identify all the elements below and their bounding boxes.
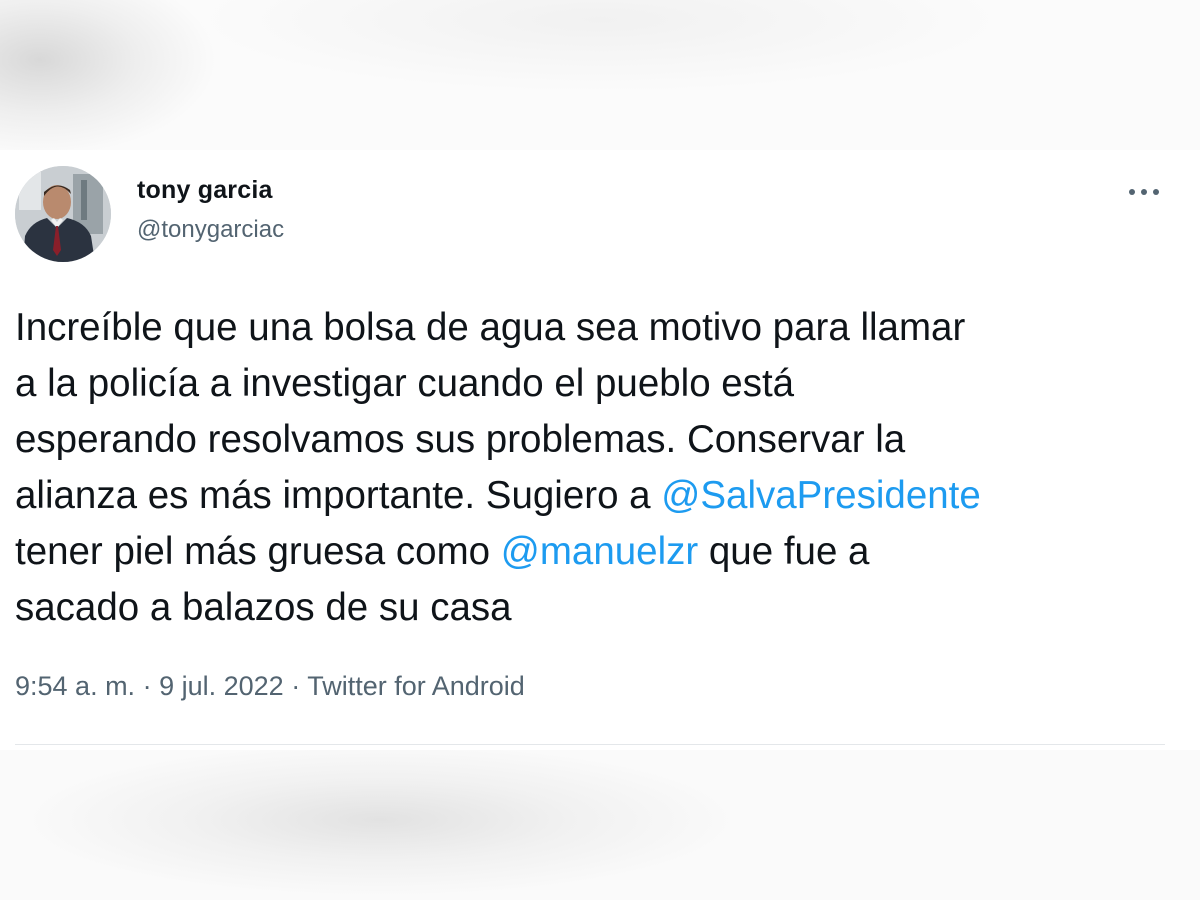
screenshot-page: tony garcia @tonygarciac Increíble que u… [0, 0, 1200, 900]
tweet-metadata: 9:54 a. m. · 9 jul. 2022 · Twitter for A… [15, 671, 525, 702]
author-display-name[interactable]: tony garcia [137, 176, 273, 205]
more-horizontal-icon [1129, 189, 1159, 195]
mention-link-salvapresidente[interactable]: @SalvaPresidente [661, 474, 980, 517]
author-handle[interactable]: @tonygarciac [137, 216, 284, 244]
tweet-text-segment: alianza es más importante. Sugiero a [15, 474, 662, 517]
avatar-image [15, 166, 111, 262]
more-options-button[interactable] [1122, 178, 1166, 206]
tweet-text: Increíble que una bolsa de agua sea moti… [15, 300, 1185, 636]
tweet-text-line: sacado a balazos de su casa [15, 586, 512, 629]
tweet-card: tony garcia @tonygarciac Increíble que u… [0, 150, 1200, 750]
tweet-date[interactable]: 9 jul. 2022 [159, 671, 284, 701]
tweet-text-line: Increíble que una bolsa de agua sea moti… [15, 306, 966, 349]
tweet-source-link[interactable]: Twitter for Android [307, 671, 525, 701]
mention-link-manuelzr[interactable]: @manuelzr [501, 530, 698, 573]
meta-separator: · [135, 671, 160, 701]
avatar[interactable] [15, 166, 111, 262]
tweet-text-line: tener piel más gruesa como @manuelzr que… [15, 524, 1185, 580]
blurred-background-top [0, 0, 1200, 150]
tweet-text-segment: que fue a [698, 530, 870, 573]
meta-separator: · [283, 671, 308, 701]
tweet-text-line: alianza es más importante. Sugiero a @Sa… [15, 468, 1185, 524]
blurred-background-bottom [0, 750, 1200, 900]
divider [15, 744, 1165, 745]
tweet-text-line: esperando resolvamos sus problemas. Cons… [15, 418, 906, 461]
tweet-text-line: a la policía a investigar cuando el pueb… [15, 362, 795, 405]
tweet-time[interactable]: 9:54 a. m. [15, 671, 135, 701]
tweet-text-segment: tener piel más gruesa como [15, 530, 501, 573]
